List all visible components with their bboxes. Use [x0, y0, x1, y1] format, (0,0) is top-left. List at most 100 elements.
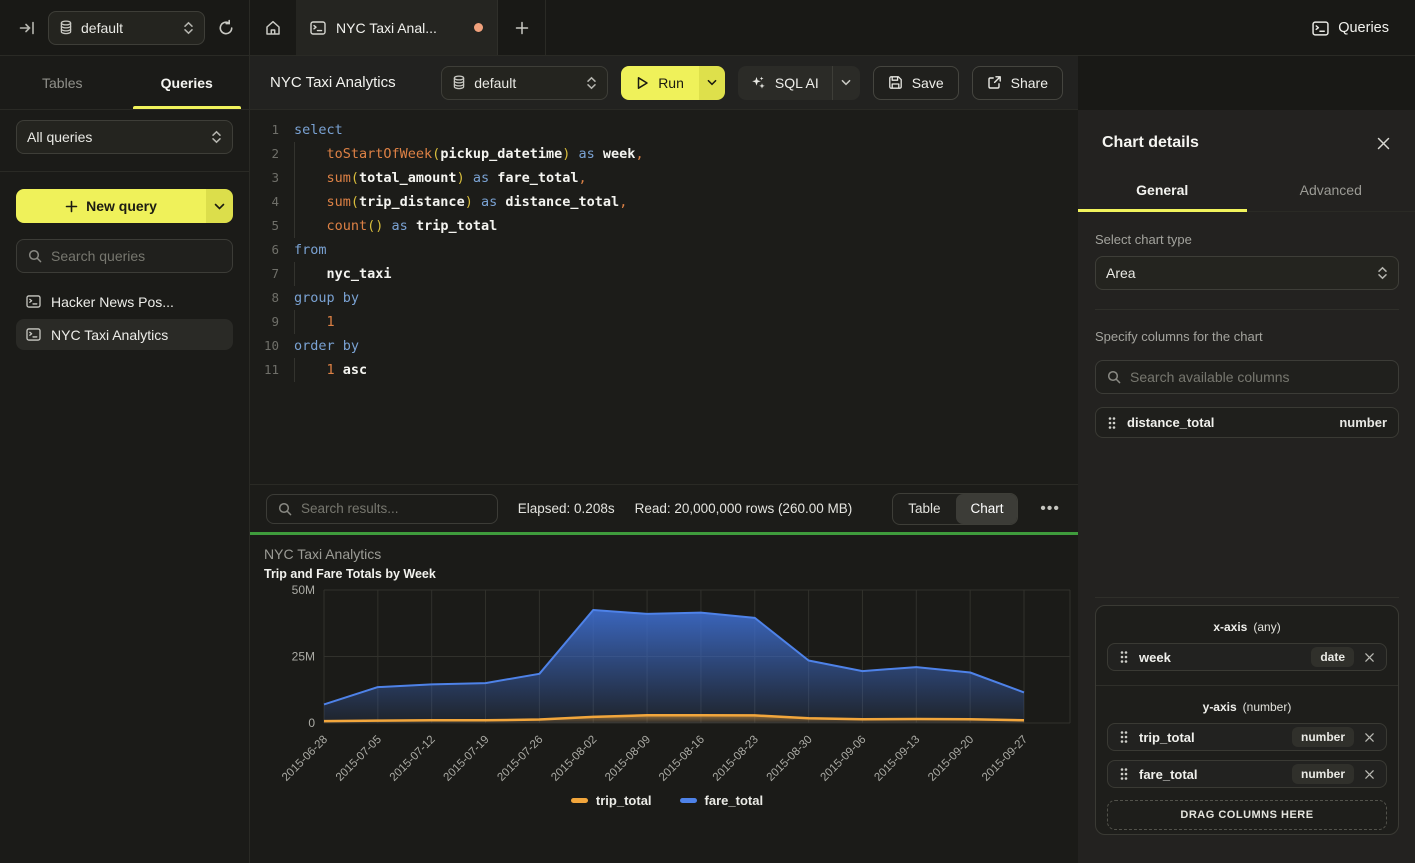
sql-ai-dropdown[interactable]: [832, 66, 860, 100]
column-row-trip_total[interactable]: trip_totalnumber: [1107, 723, 1387, 751]
line-number: 4: [250, 190, 294, 214]
code-line[interactable]: 91: [250, 310, 1078, 334]
code-text: from: [294, 238, 327, 262]
code-line[interactable]: 7nyc_taxi: [250, 262, 1078, 286]
drag-handle-icon[interactable]: [1119, 730, 1129, 744]
divider: [0, 171, 249, 172]
tab-nyc-taxi-analytics[interactable]: NYC Taxi Anal...: [296, 0, 498, 55]
query-list: Hacker News Pos...NYC Taxi Analytics: [16, 286, 233, 350]
search-icon: [28, 249, 42, 263]
legend-swatch-icon: [680, 798, 697, 803]
chevrons-updown-icon: [183, 21, 194, 35]
column-type: number: [1339, 415, 1387, 430]
column-row-distance_total[interactable]: distance_total number: [1095, 407, 1399, 438]
legend-item-fare_total[interactable]: fare_total: [680, 793, 764, 808]
save-button[interactable]: Save: [873, 66, 959, 100]
drag-handle-icon[interactable]: [1107, 416, 1117, 430]
tab-strip: NYC Taxi Anal...: [250, 0, 546, 55]
run-button[interactable]: Run: [621, 66, 725, 100]
drag-columns-dropzone[interactable]: DRAG COLUMNS HERE: [1107, 800, 1387, 830]
sparkle-icon: [751, 75, 766, 90]
code-line[interactable]: 10order by: [250, 334, 1078, 358]
remove-column-icon[interactable]: [1364, 732, 1375, 743]
tab-title: NYC Taxi Anal...: [336, 20, 464, 36]
search-queries-input[interactable]: Search queries: [16, 239, 233, 273]
column-name: distance_total: [1127, 415, 1329, 430]
run-options-dropdown[interactable]: [699, 66, 725, 100]
database-selector[interactable]: default: [48, 11, 205, 45]
tab-general[interactable]: General: [1078, 168, 1247, 211]
code-line[interactable]: 2toStartOfWeek(pickup_datetime) as week,: [250, 142, 1078, 166]
remove-column-icon[interactable]: [1364, 769, 1375, 780]
search-icon: [278, 502, 292, 516]
refresh-icon[interactable]: [217, 19, 235, 37]
code-text: 1: [294, 310, 335, 334]
search-columns-input[interactable]: Search available columns: [1095, 360, 1399, 394]
svg-text:2015-07-12: 2015-07-12: [388, 734, 438, 784]
search-columns-placeholder: Search available columns: [1130, 369, 1290, 385]
line-number: 5: [250, 214, 294, 238]
new-tab-button[interactable]: [498, 0, 546, 55]
chart-subtitle: Trip and Fare Totals by Week: [264, 567, 1070, 581]
more-options-icon[interactable]: •••: [1038, 500, 1062, 518]
view-toggle-chart[interactable]: Chart: [956, 494, 1019, 524]
queries-icon: [1312, 21, 1329, 36]
code-line[interactable]: 8group by: [250, 286, 1078, 310]
view-toggle: TableChart: [892, 493, 1018, 525]
query-filter-select[interactable]: All queries: [16, 120, 233, 154]
new-query-dropdown[interactable]: [206, 189, 233, 223]
remove-column-icon[interactable]: [1364, 652, 1375, 663]
code-line[interactable]: 3sum(total_amount) as fare_total,: [250, 166, 1078, 190]
line-number: 7: [250, 262, 294, 286]
svg-text:2015-07-05: 2015-07-05: [334, 734, 384, 784]
code-line[interactable]: 4sum(trip_distance) as distance_total,: [250, 190, 1078, 214]
divider: [1095, 309, 1399, 310]
run-database-value: default: [474, 75, 578, 91]
svg-text:0: 0: [308, 716, 315, 730]
divider: [1095, 597, 1399, 598]
tab-queries[interactable]: Queries: [125, 56, 250, 109]
legend-label: fare_total: [705, 793, 764, 808]
database-icon: [59, 20, 73, 35]
code-text: sum(trip_distance) as distance_total,: [294, 190, 627, 214]
column-row-fare_total[interactable]: fare_totalnumber: [1107, 760, 1387, 788]
new-query-button[interactable]: New query: [16, 189, 233, 223]
home-tab-button[interactable]: [250, 0, 296, 55]
query-list-item[interactable]: Hacker News Pos...: [16, 286, 233, 317]
run-database-selector[interactable]: default: [441, 66, 608, 100]
column-name: trip_total: [1139, 730, 1282, 745]
svg-text:2015-08-23: 2015-08-23: [711, 734, 761, 784]
sql-ai-button[interactable]: SQL AI: [738, 66, 860, 100]
view-toggle-table[interactable]: Table: [893, 494, 955, 524]
chart-title: NYC Taxi Analytics: [264, 546, 1070, 562]
share-button[interactable]: Share: [972, 66, 1063, 100]
results-toolbar: Search results... Elapsed: 0.208s Read: …: [250, 484, 1078, 532]
line-number: 9: [250, 310, 294, 334]
legend-label: trip_total: [596, 793, 652, 808]
line-number: 8: [250, 286, 294, 310]
svg-text:2015-08-02: 2015-08-02: [549, 734, 599, 784]
svg-text:2015-08-09: 2015-08-09: [603, 734, 653, 784]
column-row-week[interactable]: weekdate: [1107, 643, 1387, 671]
drag-handle-icon[interactable]: [1119, 650, 1129, 664]
tab-advanced[interactable]: Advanced: [1247, 168, 1415, 211]
queries-button[interactable]: Queries: [1312, 0, 1389, 56]
chart-type-select[interactable]: Area: [1095, 256, 1399, 290]
query-icon: [26, 328, 41, 341]
svg-text:2015-07-26: 2015-07-26: [495, 734, 545, 784]
code-line[interactable]: 111 asc: [250, 358, 1078, 382]
available-columns-list: distance_total number: [1095, 407, 1399, 438]
topbar-left-section: default: [0, 0, 250, 55]
query-list-item[interactable]: NYC Taxi Analytics: [16, 319, 233, 350]
close-icon[interactable]: [1376, 136, 1391, 151]
code-line[interactable]: 1select: [250, 118, 1078, 142]
search-results-input[interactable]: Search results...: [266, 494, 498, 524]
tab-tables[interactable]: Tables: [0, 56, 125, 109]
sql-editor[interactable]: 1select2toStartOfWeek(pickup_datetime) a…: [250, 110, 1078, 484]
code-line[interactable]: 6from: [250, 238, 1078, 262]
drag-handle-icon[interactable]: [1119, 767, 1129, 781]
save-button-label: Save: [912, 75, 944, 91]
code-line[interactable]: 5count() as trip_total: [250, 214, 1078, 238]
legend-item-trip_total[interactable]: trip_total: [571, 793, 652, 808]
collapse-sidebar-icon[interactable]: [18, 19, 36, 37]
